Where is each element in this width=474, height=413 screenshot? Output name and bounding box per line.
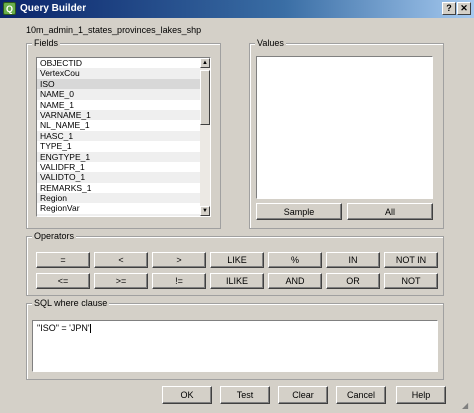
- help-title-button[interactable]: ?: [442, 2, 456, 15]
- help-button[interactable]: Help: [396, 386, 446, 404]
- clear-label: Clear: [292, 390, 314, 400]
- field-item[interactable]: REMARKS_1: [37, 183, 208, 193]
- sample-button-label: Sample: [283, 206, 315, 217]
- field-item[interactable]: TYPE_1: [37, 141, 208, 151]
- field-item[interactable]: ISO: [37, 78, 208, 90]
- operator-less-than-button[interactable]: <: [94, 252, 148, 268]
- cancel-button[interactable]: Cancel: [336, 386, 386, 404]
- resize-grip-icon[interactable]: ◢: [462, 401, 472, 411]
- sql-group-title: SQL where clause: [32, 298, 110, 308]
- title-bar: Q Query Builder ? ✕: [0, 0, 474, 18]
- field-item[interactable]: OBJECTID: [37, 58, 208, 68]
- field-item[interactable]: HASC_1: [37, 130, 208, 142]
- fields-list[interactable]: OBJECTID VertexCou ISO NAME_0 NAME_1 VARNAME_…: [36, 57, 211, 217]
- operators-group-title: Operators: [32, 231, 77, 241]
- sql-where-input[interactable]: "ISO" = 'JPN': [32, 320, 438, 372]
- field-item[interactable]: NL_NAME_1: [37, 120, 208, 130]
- all-button-label: All: [384, 206, 395, 217]
- values-group-title: Values: [255, 38, 286, 48]
- operator-greater-equal-button[interactable]: >=: [94, 273, 148, 289]
- operator-or-button[interactable]: OR: [326, 273, 380, 289]
- field-item[interactable]: VALIDFR_1: [37, 162, 208, 172]
- field-item[interactable]: NAME_1: [37, 100, 208, 110]
- operator-not-in-button[interactable]: NOT IN: [384, 252, 438, 268]
- fields-list-items: OBJECTID VertexCou ISO NAME_0 NAME_1 VARNAME_…: [37, 58, 208, 216]
- help-label: Help: [411, 390, 431, 400]
- all-button[interactable]: All: [347, 203, 433, 220]
- fields-group-title: Fields: [32, 38, 61, 48]
- field-item[interactable]: Region: [37, 193, 208, 204]
- field-item[interactable]: ENGTYPE_1: [37, 151, 208, 162]
- ok-label: OK: [180, 390, 194, 400]
- window-title: Query Builder: [20, 3, 87, 14]
- scroll-down-icon[interactable]: ▼: [200, 206, 210, 216]
- operator-like-button[interactable]: LIKE: [210, 252, 264, 268]
- values-list[interactable]: [256, 56, 433, 199]
- operator-greater-than-button[interactable]: >: [152, 252, 206, 268]
- ok-button[interactable]: OK: [162, 386, 212, 404]
- field-item[interactable]: VertexCou: [37, 68, 208, 79]
- operator-less-equal-button[interactable]: <=: [36, 273, 90, 289]
- field-item[interactable]: RegionVar: [37, 203, 208, 213]
- sample-button[interactable]: Sample: [256, 203, 342, 220]
- scroll-thumb[interactable]: [200, 70, 210, 125]
- test-button[interactable]: Test: [220, 386, 270, 404]
- clear-button[interactable]: Clear: [278, 386, 328, 404]
- operator-in-button[interactable]: IN: [326, 252, 380, 268]
- test-label: Test: [236, 390, 254, 400]
- sql-text: "ISO" = 'JPN': [37, 323, 90, 333]
- operator-not-button[interactable]: NOT: [384, 273, 438, 289]
- qgis-app-icon: Q: [3, 2, 16, 15]
- field-item[interactable]: VARNAME_1: [37, 109, 208, 121]
- field-item[interactable]: ProvNumber: [37, 213, 208, 216]
- field-item[interactable]: NAME_0: [37, 89, 208, 100]
- cancel-label: Cancel: [346, 390, 375, 400]
- operator-not-equal-button[interactable]: !=: [152, 273, 206, 289]
- operator-equals-button[interactable]: =: [36, 252, 90, 268]
- operator-and-button[interactable]: AND: [268, 273, 322, 289]
- layer-name-label: 10m_admin_1_states_provinces_lakes_shp: [26, 25, 202, 35]
- text-caret: [89, 324, 91, 334]
- operator-percent-button[interactable]: %: [268, 252, 322, 268]
- fields-scrollbar[interactable]: ▲ ▼: [200, 58, 210, 216]
- operator-ilike-button[interactable]: ILIKE: [210, 273, 264, 289]
- field-item[interactable]: VALIDTO_1: [37, 172, 208, 183]
- close-title-button[interactable]: ✕: [457, 2, 471, 15]
- scroll-up-icon[interactable]: ▲: [200, 58, 210, 68]
